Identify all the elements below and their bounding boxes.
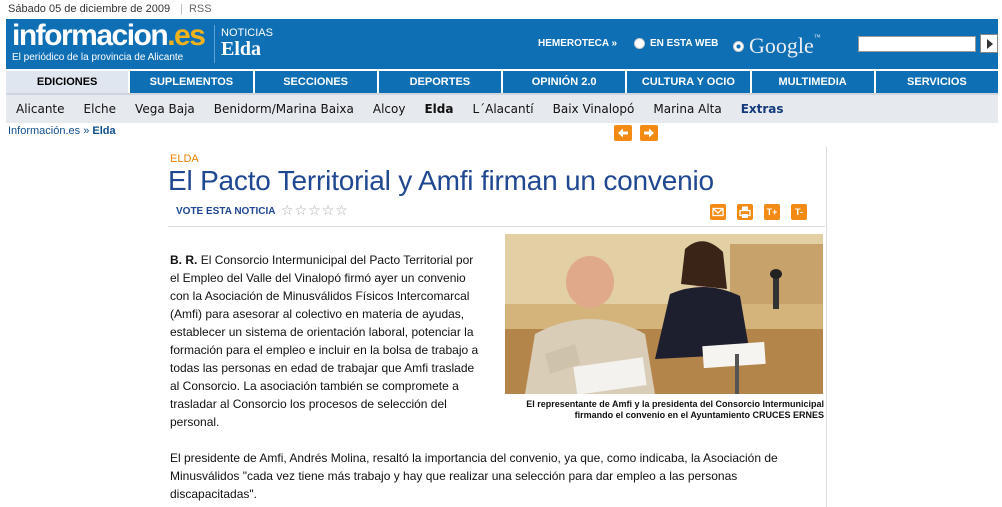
article-photo[interactable] (505, 234, 823, 394)
photo-caption: El representante de Amfi y la presidenta… (526, 399, 824, 420)
arrow-right-icon (644, 128, 654, 138)
editions-subnav: Alicante Elche Vega Baja Benidorm/Marina… (6, 93, 998, 123)
main-nav-secciones[interactable]: SECCIONES (252, 71, 377, 93)
rating-stars[interactable]: ☆ ☆ ☆ ☆ ☆ (281, 204, 349, 218)
main-nav-servicios[interactable]: SERVICIOS (873, 71, 998, 93)
search-scope-web[interactable]: EN ESTA WEB (634, 38, 718, 49)
font-decrease-icon[interactable]: T- (791, 204, 807, 220)
vote-label: VOTE ESTA NOTICIA (176, 206, 276, 217)
print-icon[interactable] (737, 204, 753, 220)
search-scope-google[interactable]: Google™ (733, 33, 821, 59)
arrow-left-icon (618, 128, 628, 138)
header-divider (214, 25, 215, 63)
google-logo: Google™ (749, 33, 821, 58)
main-nav-suplementos[interactable]: SUPLEMENTOS (128, 71, 252, 93)
article-paragraph-1: El Consorcio Intermunicipal del Pacto Te… (170, 253, 479, 429)
article-paragraph-2: El presidente de Amfi, Andrés Molina, re… (170, 451, 778, 501)
main-nav-multimedia[interactable]: MULTIMEDIA (749, 71, 874, 93)
main-nav-opinion[interactable]: OPINIÓN 2.0 (501, 71, 625, 93)
logo-tld: .es (167, 19, 206, 52)
font-increase-icon[interactable]: T+ (764, 204, 780, 220)
article-byline: B. R. (170, 253, 198, 267)
breadcrumb-current[interactable]: Elda (92, 125, 115, 137)
article-tools: T+ T- (699, 204, 807, 220)
subnav-benidorm[interactable]: Benidorm/Marina Baixa (214, 102, 354, 116)
radio-google-icon[interactable] (733, 40, 744, 52)
subnav-baix-vinalopo[interactable]: Baix Vinalopó (553, 102, 635, 116)
main-nav-ediciones[interactable]: EDICIONES (6, 71, 129, 93)
star-icon[interactable]: ☆ (322, 204, 335, 218)
radio-web-icon[interactable] (634, 38, 645, 49)
subnav-vega-baja[interactable]: Vega Baja (135, 102, 195, 116)
site-logo[interactable]: informacion.es El periódico de la provin… (12, 19, 206, 64)
article-kicker[interactable]: ELDA (170, 153, 199, 165)
search-scope-web-label: EN ESTA WEB (650, 38, 719, 49)
subnav-marina-alta[interactable]: Marina Alta (653, 102, 721, 116)
subnav-extras[interactable]: Extras (741, 102, 784, 116)
star-icon[interactable]: ☆ (281, 204, 294, 218)
article-right-border (826, 147, 827, 507)
prev-arrow-button[interactable] (614, 125, 632, 141)
logo-name: informacion (12, 19, 169, 52)
star-icon[interactable]: ☆ (308, 204, 321, 218)
search-go-button[interactable] (980, 34, 998, 53)
section-title: Elda (221, 38, 262, 60)
hemeroteca-link[interactable]: HEMEROTECA » (538, 38, 617, 49)
top-date-bar: Sábado 05 de diciembre de 2009 | RSS (0, 0, 1002, 19)
section-label: NOTICIAS Elda (221, 27, 273, 59)
search-input[interactable] (858, 36, 976, 52)
main-nav: EDICIONES SUPLEMENTOS SECCIONES DEPORTES… (6, 71, 998, 93)
headline-divider (168, 226, 825, 227)
main-nav-cultura-ocio[interactable]: CULTURA Y OCIO (625, 71, 749, 93)
article-headline: El Pacto Territorial y Amfi firman un co… (168, 165, 714, 196)
subnav-alacanti[interactable]: L´Alacantí (472, 102, 533, 116)
breadcrumb-separator: » (80, 125, 93, 137)
rss-link[interactable]: RSS (189, 3, 212, 15)
signing-photo-image (505, 234, 823, 394)
star-icon[interactable]: ☆ (295, 204, 308, 218)
subnav-alicante[interactable]: Alicante (16, 102, 65, 116)
subnav-elche[interactable]: Elche (84, 102, 117, 116)
subnav-alcoy[interactable]: Alcoy (373, 102, 406, 116)
breadcrumb: Información.es » Elda (8, 125, 116, 137)
current-date: Sábado 05 de diciembre de 2009 (8, 3, 171, 15)
subnav-elda[interactable]: Elda (424, 102, 453, 116)
logo-tagline: El periódico de la provincia de Alicante (12, 52, 184, 63)
site-header: informacion.es El periódico de la provin… (6, 19, 998, 69)
main-nav-deportes[interactable]: DEPORTES (376, 71, 501, 93)
email-icon[interactable] (710, 204, 726, 220)
divider: | (180, 3, 183, 15)
star-icon[interactable]: ☆ (335, 204, 348, 218)
breadcrumb-home[interactable]: Información.es (8, 125, 80, 137)
next-arrow-button[interactable] (640, 125, 658, 141)
article-body-column: B. R. El Consorcio Intermunicipal del Pa… (170, 251, 482, 431)
